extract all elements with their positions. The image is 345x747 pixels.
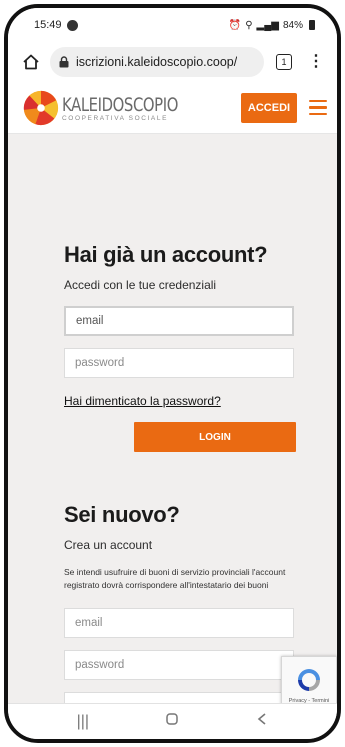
- url-text: iscrizioni.kaleidoscopio.coop/: [76, 55, 238, 69]
- alarm-icon: ⏰: [228, 19, 242, 31]
- login-subtitle: Accedi con le tue credenziali: [64, 278, 217, 292]
- register-subtitle: Crea un account: [64, 538, 153, 552]
- main-content: Hai già un account? Accedi con le tue cr…: [8, 134, 337, 708]
- register-section: Sei nuovo? Crea un account Se intendi us…: [64, 502, 314, 708]
- register-password-input[interactable]: password: [64, 650, 294, 680]
- battery-level: 84%: [282, 19, 303, 31]
- login-title: Hai già un account?: [64, 242, 268, 267]
- browser-toolbar: iscrizioni.kaleidoscopio.coop/ 1 ⋮: [8, 42, 337, 82]
- battery-icon: [309, 20, 315, 30]
- login-button[interactable]: LOGIN: [134, 422, 296, 452]
- logo-text: KALEIDOSCOPIO COOPERATIVA SOCIALE: [62, 94, 211, 122]
- more-menu-icon[interactable]: ⋮: [308, 54, 324, 70]
- logo-name: KALEIDOSCOPIO: [62, 93, 178, 116]
- status-icons: ⏰ ⚲ ▂▄▆ 84%: [229, 20, 315, 31]
- back-icon[interactable]: [252, 712, 272, 731]
- login-password-input[interactable]: password: [64, 348, 294, 378]
- login-email-input[interactable]: email: [64, 306, 294, 336]
- recent-apps-icon[interactable]: |||: [73, 713, 93, 731]
- lock-icon: [59, 56, 69, 68]
- accedi-button[interactable]: ACCEDI: [241, 92, 297, 123]
- site-header: KALEIDOSCOPIO COOPERATIVA SOCIALE ACCEDI: [8, 82, 337, 134]
- phone-frame: 15:49 ⏰ ⚲ ▂▄▆ 84% iscrizioni.kaleidoscop…: [4, 4, 341, 743]
- register-title: Sei nuovo?: [64, 502, 180, 527]
- register-email-input[interactable]: email: [64, 608, 294, 638]
- address-bar[interactable]: iscrizioni.kaleidoscopio.coop/: [50, 47, 264, 77]
- recaptcha-icon: [298, 668, 320, 691]
- logo[interactable]: KALEIDOSCOPIO COOPERATIVA SOCIALE: [22, 89, 211, 127]
- home-icon[interactable]: [20, 51, 42, 73]
- signal-icon: ▂▄▆: [256, 19, 279, 31]
- logo-subtitle: COOPERATIVA SOCIALE: [62, 114, 169, 122]
- forgot-password-link[interactable]: Hai dimenticato la password?: [64, 394, 314, 408]
- login-section: Hai già un account? Accedi con le tue cr…: [64, 242, 314, 452]
- home-nav-icon[interactable]: [162, 712, 182, 731]
- tabs-button[interactable]: 1: [276, 54, 292, 70]
- register-info-text: Se intendi usufruire di buoni di servizi…: [64, 567, 286, 590]
- kaleidoscope-logo-icon: [23, 90, 59, 125]
- android-nav-bar: |||: [8, 703, 337, 739]
- location-icon: ⚲: [245, 19, 253, 31]
- hamburger-menu-icon[interactable]: [309, 99, 327, 116]
- status-time: 15:49: [34, 19, 62, 31]
- status-bar: 15:49 ⏰ ⚲ ▂▄▆ 84%: [8, 8, 337, 42]
- notification-icon: [66, 19, 78, 31]
